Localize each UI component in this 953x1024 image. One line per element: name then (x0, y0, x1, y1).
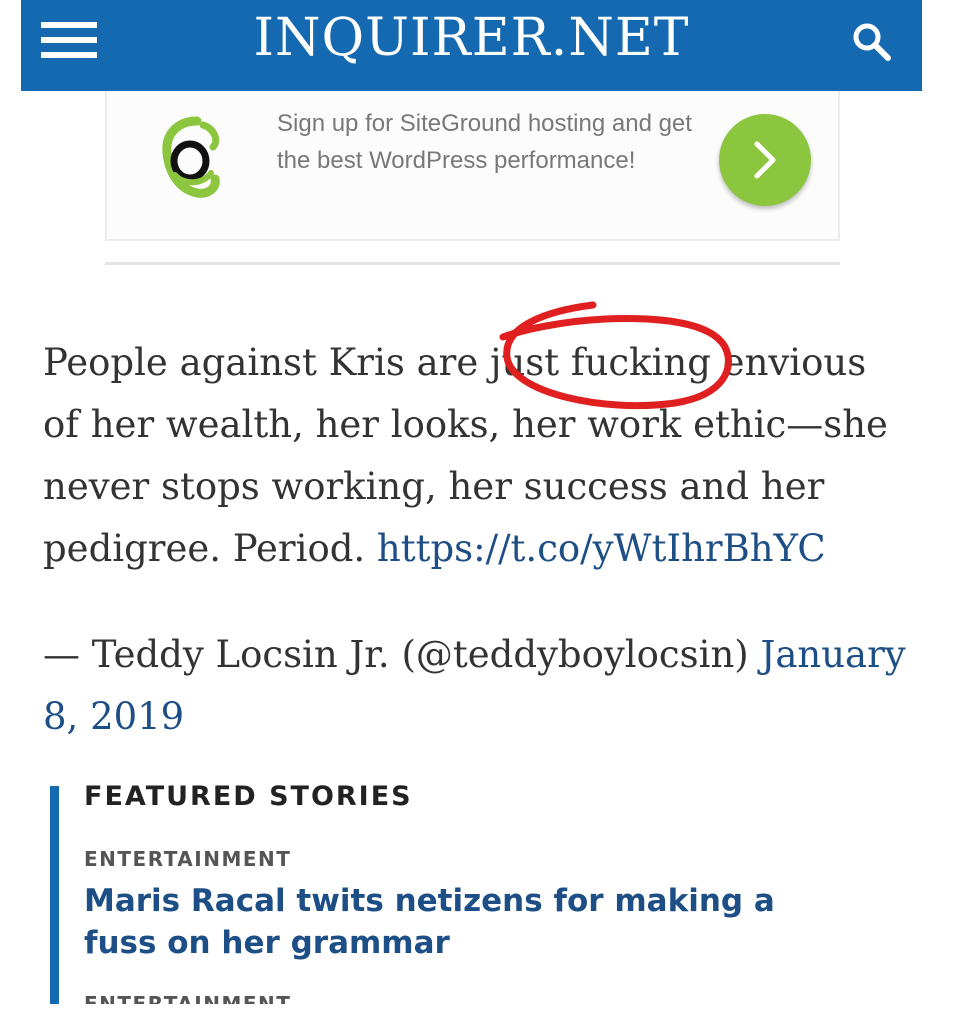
site-header: INQUIRER.NET (21, 0, 922, 91)
story-headline-link[interactable]: Maris Racal twits netizens for making a … (84, 880, 844, 964)
siteground-logo-icon (157, 113, 227, 203)
tweet-author: — Teddy Locsin Jr. (@teddyboylocsin) (43, 633, 761, 676)
site-logo[interactable]: INQUIRER.NET (21, 8, 922, 68)
featured-stories-heading: FEATURED STORIES (84, 781, 413, 812)
story-category[interactable]: ENTERTAINMENT (84, 992, 291, 1004)
search-icon[interactable] (850, 20, 894, 64)
featured-accent-bar (50, 786, 59, 1004)
ad-text[interactable]: Sign up for SiteGround hosting and get t… (277, 105, 697, 179)
tweet-text: People against Kris are just fucking env… (43, 332, 913, 580)
siteground-ad[interactable]: Sign up for SiteGround hosting and get t… (105, 91, 840, 241)
chevron-right-icon[interactable] (719, 114, 811, 206)
tweet-link[interactable]: https://t.co/yWtIhrBhYC (377, 527, 826, 570)
divider (105, 262, 840, 265)
tweet-attribution: — Teddy Locsin Jr. (@teddyboylocsin) Jan… (43, 624, 923, 748)
story-category[interactable]: ENTERTAINMENT (84, 847, 291, 871)
story-category-clipped: ENTERTAINMENT (84, 988, 384, 1004)
